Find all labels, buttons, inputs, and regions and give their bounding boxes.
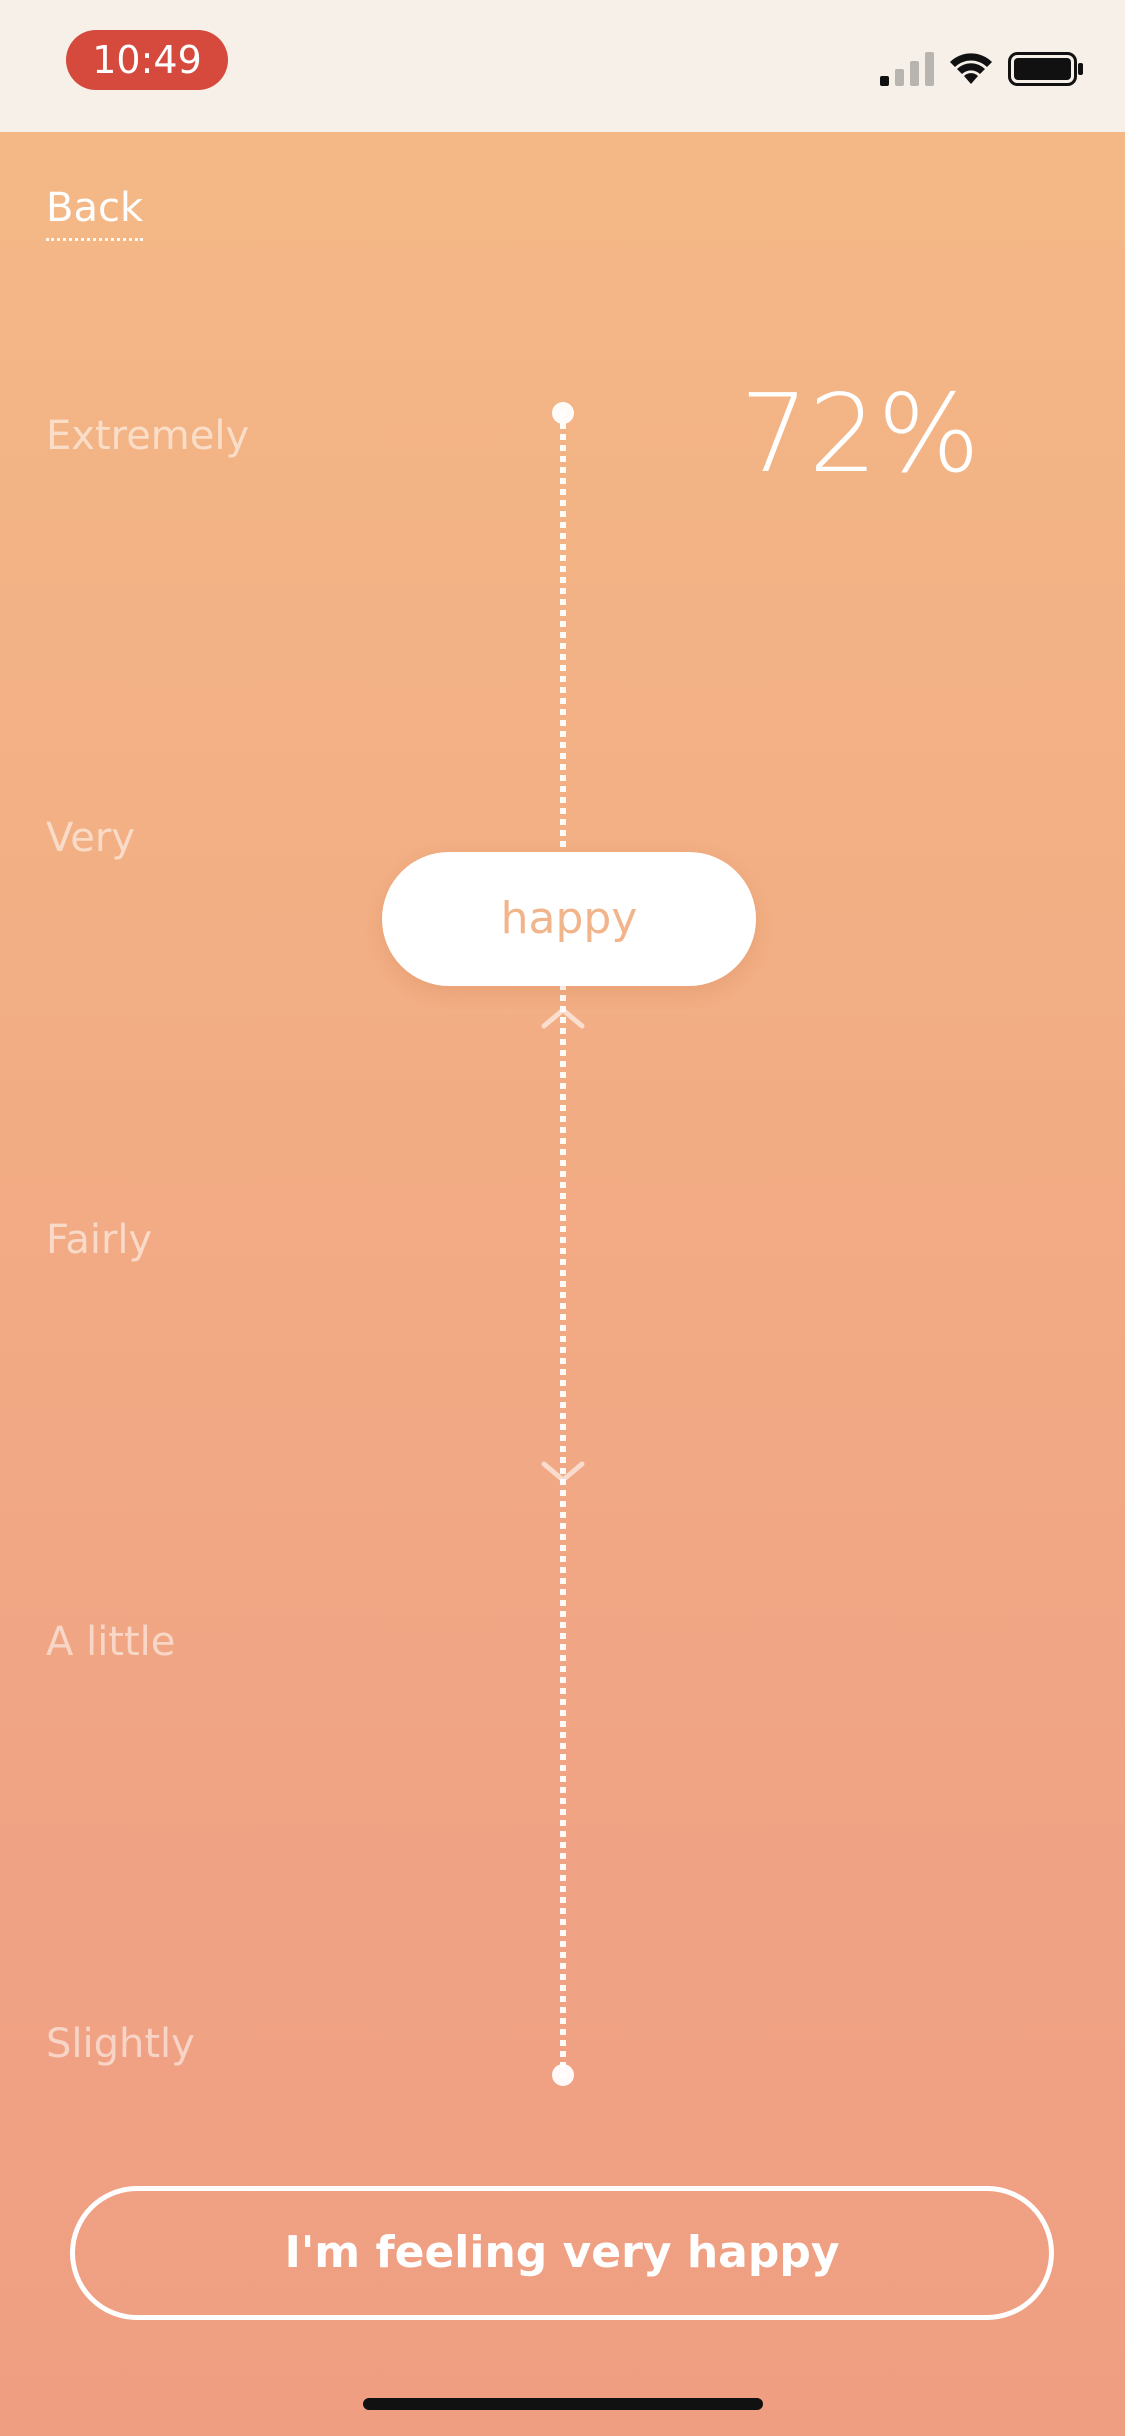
battery-icon — [1008, 52, 1083, 86]
intensity-track[interactable] — [560, 412, 566, 2078]
level-label-slightly: Slightly — [46, 2021, 195, 2067]
chevron-down-icon — [541, 1461, 585, 1483]
level-label-extremely: Extremely — [46, 413, 250, 459]
intensity-percent: 72% — [739, 372, 981, 497]
track-bottom-dot — [552, 2064, 574, 2086]
cellular-signal-icon — [880, 52, 934, 86]
chevron-up-icon — [541, 1007, 585, 1029]
status-bar: 10:49 — [0, 0, 1125, 132]
intensity-slider-handle[interactable]: happy — [382, 852, 756, 986]
back-link[interactable]: Back — [46, 180, 144, 241]
wifi-icon — [950, 53, 992, 84]
level-label-very: Very — [46, 815, 135, 861]
level-label-fairly: Fairly — [46, 1217, 153, 1263]
confirm-feeling-button[interactable]: I'm feeling very happy — [70, 2186, 1054, 2320]
handle-emotion-label: happy — [500, 893, 638, 944]
status-time: 10:49 — [66, 30, 228, 90]
home-indicator[interactable] — [363, 2398, 763, 2410]
track-top-dot — [552, 402, 574, 424]
level-label-a-little: A little — [46, 1619, 176, 1665]
